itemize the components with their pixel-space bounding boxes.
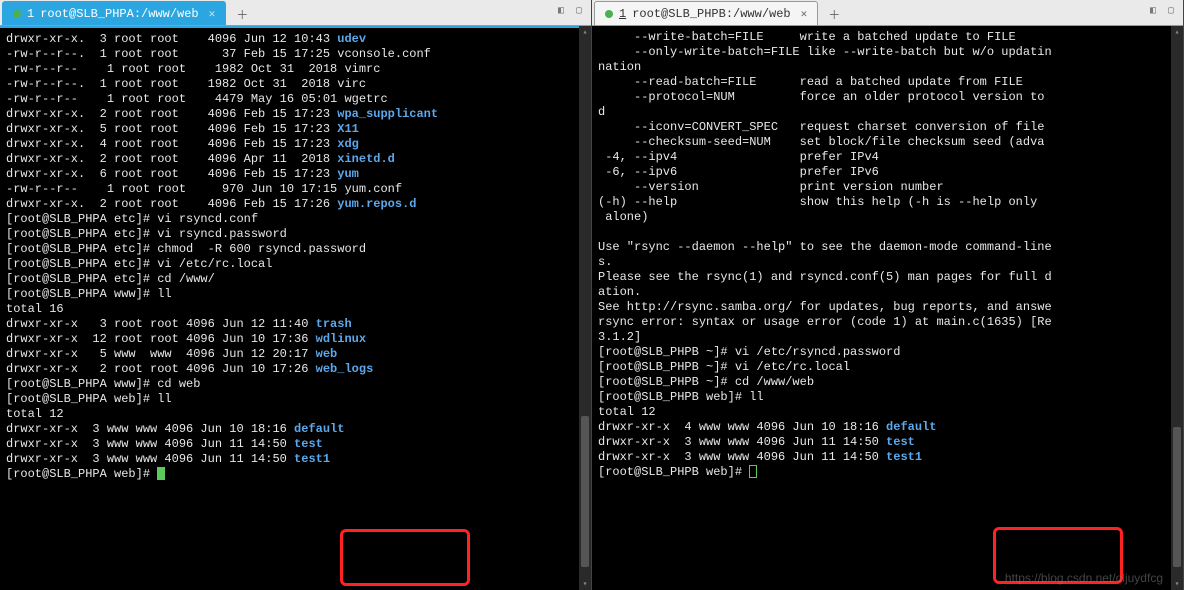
- right-scrollbar[interactable]: ▴ ▾: [1171, 26, 1183, 590]
- new-tab-button[interactable]: ＋: [822, 3, 846, 25]
- tab-title: root@SLB_PHPA:/www/web: [40, 7, 198, 21]
- status-dot-icon: [605, 10, 613, 18]
- tab-number: 1: [619, 7, 626, 21]
- left-tab-bar: 1 root@SLB_PHPA:/www/web ✕ ＋ ◧ ▢: [0, 0, 591, 26]
- split-icon[interactable]: ◧: [553, 3, 569, 19]
- watermark-text: https://blog.csdn.net/oljuydfcg: [1005, 571, 1163, 586]
- left-window-controls: ◧ ▢: [553, 3, 587, 19]
- scroll-up-icon[interactable]: ▴: [1171, 26, 1183, 38]
- left-terminal[interactable]: drwxr-xr-x. 3 root root 4096 Jun 12 10:4…: [0, 26, 591, 590]
- close-icon[interactable]: ✕: [801, 7, 808, 21]
- scroll-up-icon[interactable]: ▴: [579, 26, 591, 38]
- right-terminal[interactable]: --write-batch=FILE write a batched updat…: [592, 26, 1183, 590]
- maximize-icon[interactable]: ▢: [1163, 3, 1179, 19]
- right-window-controls: ◧ ▢: [1145, 3, 1179, 19]
- tab-title: root@SLB_PHPB:/www/web: [632, 7, 790, 21]
- right-tab-bar: 1 root@SLB_PHPB:/www/web ✕ ＋ ◧ ▢: [592, 0, 1183, 26]
- scroll-thumb[interactable]: [1173, 427, 1181, 567]
- close-icon[interactable]: ✕: [209, 7, 216, 21]
- scroll-thumb[interactable]: [581, 416, 589, 567]
- scroll-down-icon[interactable]: ▾: [579, 578, 591, 590]
- status-dot-icon: [13, 10, 21, 18]
- split-icon[interactable]: ◧: [1145, 3, 1161, 19]
- right-terminal-pane: 1 root@SLB_PHPB:/www/web ✕ ＋ ◧ ▢ --write…: [592, 0, 1184, 590]
- scroll-track[interactable]: [1171, 38, 1183, 578]
- scroll-down-icon[interactable]: ▾: [1171, 578, 1183, 590]
- tab-number: 1: [27, 7, 34, 21]
- right-tab-inactive[interactable]: 1 root@SLB_PHPB:/www/web ✕: [594, 1, 818, 25]
- left-terminal-pane: 1 root@SLB_PHPA:/www/web ✕ ＋ ◧ ▢ drwxr-x…: [0, 0, 592, 590]
- left-tab-active[interactable]: 1 root@SLB_PHPA:/www/web ✕: [2, 1, 226, 25]
- new-tab-button[interactable]: ＋: [230, 3, 254, 25]
- maximize-icon[interactable]: ▢: [571, 3, 587, 19]
- scroll-track[interactable]: [579, 38, 591, 578]
- highlight-box-left: [340, 529, 470, 586]
- left-scrollbar[interactable]: ▴ ▾: [579, 26, 591, 590]
